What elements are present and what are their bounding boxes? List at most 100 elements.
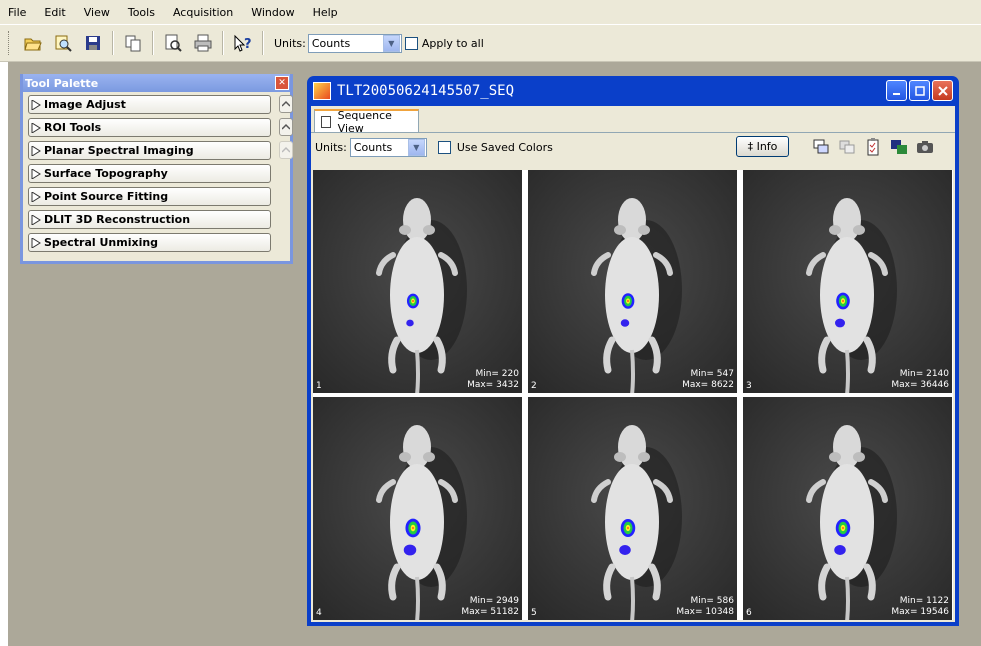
- units-select-value: Counts: [311, 36, 351, 50]
- palette-item-label: Image Adjust: [44, 98, 126, 111]
- tab-sequence-view[interactable]: Sequence View: [314, 108, 419, 135]
- menu-help[interactable]: Help: [305, 6, 348, 19]
- expand-arrow-icon: [31, 99, 41, 110]
- palette-row: Point Source Fitting: [28, 186, 290, 207]
- maximize-button[interactable]: [909, 80, 930, 101]
- toolbar-separator: [262, 31, 264, 55]
- palette-item-surface-topography[interactable]: Surface Topography: [28, 164, 271, 183]
- palette-row: Image Adjust: [28, 94, 293, 115]
- seq-units-select[interactable]: Counts ▼: [349, 137, 427, 157]
- expand-arrow-icon: [31, 191, 41, 202]
- svg-text:?: ?: [244, 37, 252, 52]
- app-icon: [313, 82, 331, 100]
- min-max-readout: Min= 586 Max= 10348: [676, 596, 734, 618]
- image-frame[interactable]: 4 Min= 2949 Max= 51182: [313, 397, 522, 620]
- minimize-button[interactable]: [886, 80, 907, 101]
- scroll-up-button[interactable]: [279, 95, 293, 113]
- tool-palette-titlebar[interactable]: Tool Palette ✕: [23, 74, 290, 92]
- scroll-up-button-disabled[interactable]: [279, 141, 293, 159]
- export-icon[interactable]: [890, 138, 908, 156]
- scroll-up-button-2[interactable]: [279, 118, 293, 136]
- maximize-icon: [914, 85, 925, 96]
- max-value: Max= 36446: [891, 380, 949, 390]
- minimize-icon: [892, 92, 900, 95]
- image-frame[interactable]: 3 Min= 2140 Max= 36446: [743, 170, 952, 393]
- palette-item-roi-tools[interactable]: ROI Tools: [28, 118, 271, 137]
- min-value: Min= 586: [690, 596, 734, 606]
- chevron-down-icon[interactable]: ▼: [382, 34, 400, 52]
- units-select[interactable]: Counts ▼: [307, 33, 402, 53]
- print-icon[interactable]: [192, 32, 214, 54]
- menu-edit[interactable]: Edit: [36, 6, 75, 19]
- sequence-toolbar: Units: Counts ▼ Use Saved Colors ‡ Info: [311, 133, 955, 161]
- max-value: Max= 51182: [461, 607, 519, 617]
- palette-item-point-source-fitting[interactable]: Point Source Fitting: [28, 187, 271, 206]
- toolbar-separator: [152, 31, 154, 55]
- use-saved-colors-label: Use Saved Colors: [456, 140, 553, 154]
- palette-item-image-adjust[interactable]: Image Adjust: [28, 95, 271, 114]
- main-toolbar: ? Units: Counts ▼ Apply to all: [0, 24, 981, 62]
- seq-units-label: Units:: [315, 140, 347, 154]
- help-icon[interactable]: ?: [232, 32, 254, 54]
- close-icon[interactable]: ✕: [275, 76, 289, 90]
- palette-item-label: Planar Spectral Imaging: [44, 144, 194, 157]
- image-frame[interactable]: 2 Min= 547 Max= 8622: [528, 170, 737, 393]
- menu-view[interactable]: View: [76, 6, 120, 19]
- min-value: Min= 547: [690, 369, 734, 379]
- expand-arrow-icon: [31, 122, 41, 133]
- sequence-window-title: TLT20050624145507_SEQ: [337, 83, 515, 99]
- min-max-readout: Min= 2140 Max= 36446: [891, 369, 949, 391]
- palette-item-planar-spectral-imaging[interactable]: Planar Spectral Imaging: [28, 141, 271, 160]
- camera-icon[interactable]: [916, 138, 934, 156]
- chevron-down-icon[interactable]: ▼: [407, 138, 425, 156]
- overlay-icon[interactable]: [812, 138, 830, 156]
- apply-to-all-checkbox[interactable]: [404, 36, 418, 50]
- menu-window[interactable]: Window: [243, 6, 304, 19]
- image-frame[interactable]: 6 Min= 1122 Max= 19546: [743, 397, 952, 620]
- min-max-readout: Min= 547 Max= 8622: [682, 369, 734, 391]
- use-saved-colors-checkbox[interactable]: [437, 140, 451, 154]
- menu-tools[interactable]: Tools: [120, 6, 165, 19]
- palette-row: Spectral Unmixing: [28, 232, 290, 253]
- sequence-window-body: Sequence View Units: Counts ▼ Use Saved …: [311, 106, 955, 622]
- toolbar-grip[interactable]: [8, 31, 12, 55]
- close-window-button[interactable]: [932, 80, 953, 101]
- palette-item-dlit-3d-reconstruction[interactable]: DLIT 3D Reconstruction: [28, 210, 271, 229]
- palette-item-spectral-unmixing[interactable]: Spectral Unmixing: [28, 233, 271, 252]
- menu-bar: File Edit View Tools Acquisition Window …: [0, 0, 981, 24]
- browse-icon[interactable]: [52, 32, 74, 54]
- palette-row: ROI Tools: [28, 117, 293, 138]
- save-icon[interactable]: [82, 32, 104, 54]
- frame-number: 6: [746, 608, 752, 618]
- min-value: Min= 220: [475, 369, 519, 379]
- expand-arrow-icon: [31, 214, 41, 225]
- tab-label: Sequence View: [337, 108, 392, 135]
- info-button[interactable]: ‡ Info: [736, 136, 789, 157]
- palette-row: Planar Spectral Imaging: [28, 140, 293, 161]
- open-icon[interactable]: [22, 32, 44, 54]
- palette-item-label: Surface Topography: [44, 167, 168, 180]
- sequence-window-titlebar[interactable]: TLT20050624145507_SEQ: [307, 76, 959, 106]
- units-label: Units:: [274, 36, 306, 50]
- frame-number: 5: [531, 608, 537, 618]
- frame-number: 4: [316, 608, 322, 618]
- menu-file[interactable]: File: [0, 6, 36, 19]
- checklist-icon[interactable]: [864, 138, 882, 156]
- max-value: Max= 8622: [682, 380, 734, 390]
- expand-arrow-icon: [31, 237, 41, 248]
- expand-arrow-icon: [31, 168, 41, 179]
- toolbar-separator: [112, 31, 114, 55]
- image-frame[interactable]: 5 Min= 586 Max= 10348: [528, 397, 737, 620]
- apply-to-all-label: Apply to all: [421, 36, 484, 50]
- print-preview-icon[interactable]: [162, 32, 184, 54]
- max-value: Max= 10348: [676, 607, 734, 617]
- menu-acquisition[interactable]: Acquisition: [165, 6, 243, 19]
- copy-icon[interactable]: [122, 32, 144, 54]
- palette-row: DLIT 3D Reconstruction: [28, 209, 290, 230]
- palette-item-label: ROI Tools: [44, 121, 102, 134]
- frame-number: 3: [746, 381, 752, 391]
- image-frame[interactable]: 1 Min= 220 Max= 3432: [313, 170, 522, 393]
- tab-strip: Sequence View: [311, 106, 955, 135]
- sequence-window: TLT20050624145507_SEQ Sequence View Unit…: [307, 76, 959, 626]
- compare-icon[interactable]: [838, 138, 856, 156]
